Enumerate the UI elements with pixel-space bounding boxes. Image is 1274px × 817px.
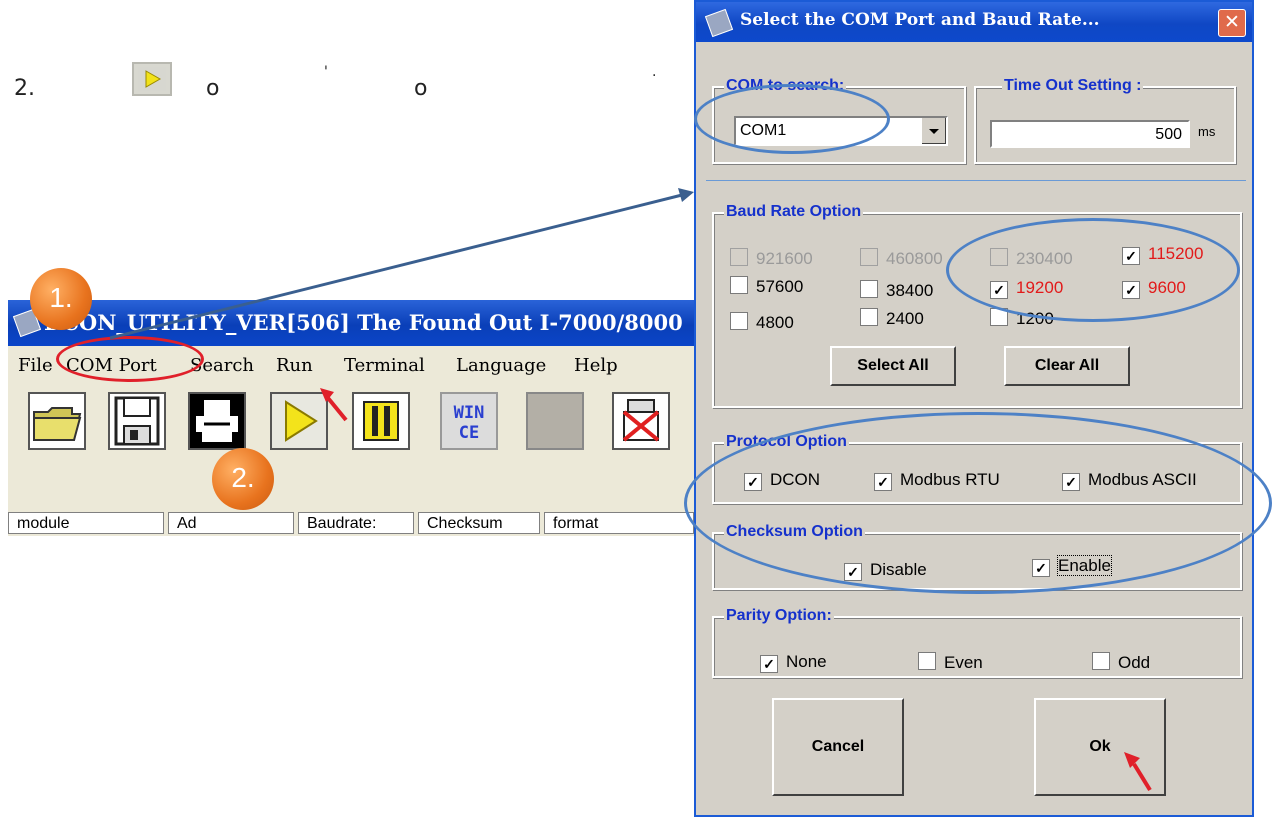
pointer-run-arrow <box>320 388 348 422</box>
connector-arrow-head <box>678 188 694 202</box>
step-badge-2: 2. <box>212 448 274 510</box>
step-badge-1: 1. <box>30 268 92 330</box>
annotation-arrows <box>109 188 1152 792</box>
connector-arrow <box>109 192 687 340</box>
pointer-ok-arrow <box>1124 752 1152 792</box>
